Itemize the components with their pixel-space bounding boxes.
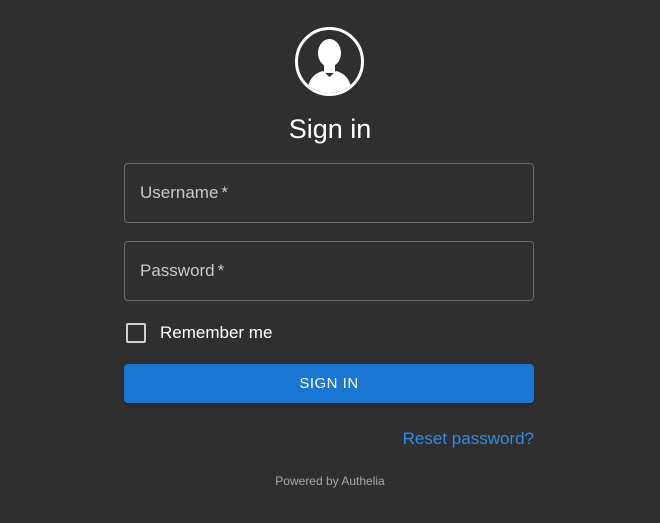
username-field[interactable]: Username * [124, 163, 534, 223]
user-silhouette-icon [295, 27, 364, 96]
remember-me-checkbox-row[interactable]: Remember me [124, 320, 272, 346]
password-input[interactable] [125, 242, 533, 300]
sign-in-button[interactable]: SIGN IN [124, 364, 534, 403]
powered-by-footer: Powered by Authelia [275, 474, 385, 488]
reset-password-link[interactable]: Reset password? [403, 429, 534, 449]
remember-me-checkbox[interactable] [126, 323, 146, 343]
remember-me-label: Remember me [160, 323, 273, 342]
password-field[interactable]: Password * [124, 241, 534, 301]
page-title: Sign in [288, 114, 372, 144]
username-input[interactable] [125, 164, 533, 222]
